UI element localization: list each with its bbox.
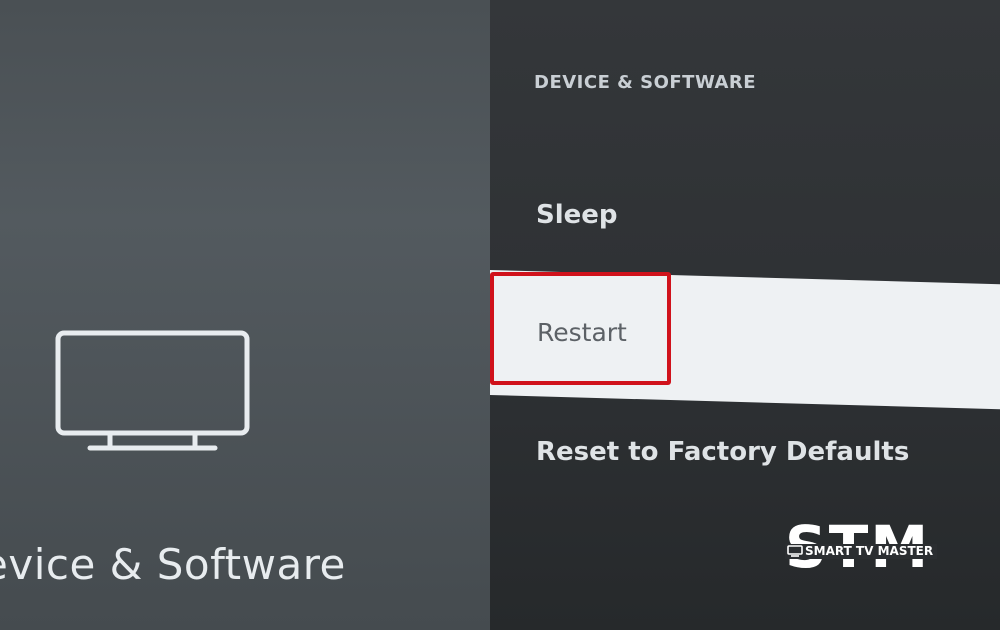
watermark-logo: STM SMART TV MASTER xyxy=(785,516,940,582)
watermark-brand: SMART TV MASTER xyxy=(805,544,934,558)
menu-item-sleep[interactable]: Sleep xyxy=(536,200,618,230)
tv-icon xyxy=(55,330,250,451)
watermark-tv-icon xyxy=(787,545,803,557)
tv-settings-screen: evice & Software DEVICE & SOFTWARE Sleep… xyxy=(0,0,1000,630)
section-header: DEVICE & SOFTWARE xyxy=(534,72,757,93)
menu-item-reset-factory-defaults[interactable]: Reset to Factory Defaults xyxy=(536,437,909,467)
annotation-highlight-box xyxy=(490,272,671,385)
category-title: evice & Software xyxy=(0,540,346,589)
category-panel: evice & Software xyxy=(0,0,490,630)
